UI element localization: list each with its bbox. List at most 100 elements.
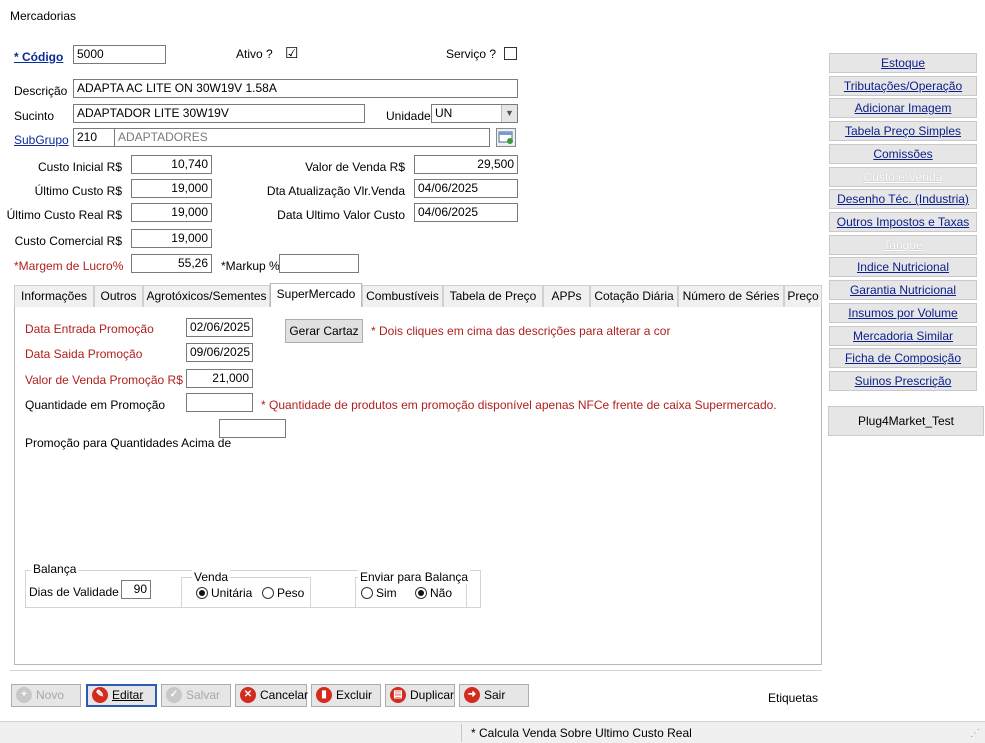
sucinto-input[interactable]: ADAPTADOR LITE 30W19V [73, 104, 365, 123]
sidebar-outros-impostos-button[interactable]: Outros Impostos e Taxas [829, 212, 977, 232]
status-text: * Calcula Venda Sobre Ultimo Custo Real [471, 726, 692, 740]
trash-icon: ▮ [316, 686, 332, 703]
close-icon: ✕ [240, 686, 256, 703]
window-search-icon [498, 131, 513, 144]
venda-unitaria-label: Unitária [211, 586, 253, 600]
subgrupo-link[interactable]: SubGrupo [14, 133, 69, 147]
servico-checkbox[interactable] [504, 47, 517, 60]
valor-promo-input[interactable]: 21,000 [186, 369, 253, 388]
hint-qtd: * Quantidade de produtos em promoção dis… [261, 398, 777, 412]
qtd-acima-input[interactable] [219, 419, 286, 438]
sidebar-comissoes-button[interactable]: Comissões [829, 144, 977, 164]
radio-empty-icon [361, 586, 373, 599]
valor-venda-input[interactable]: 29,500 [414, 155, 518, 174]
valor-promo-label: Valor de Venda Promoção R$ [25, 373, 183, 387]
dias-validade-input[interactable]: 90 [121, 580, 151, 599]
editar-button[interactable]: ✎ Editar [86, 684, 157, 707]
status-panel-left [0, 724, 462, 742]
dta-atualizacao-input[interactable]: 04/06/2025 [414, 179, 518, 198]
custo-inicial-label: Custo Inicial R$ [37, 160, 122, 174]
duplicar-label: Duplicar [410, 688, 455, 702]
tab-combustiveis[interactable]: Combustíveis [362, 285, 443, 307]
data-ultimo-custo-input[interactable]: 04/06/2025 [414, 203, 518, 222]
descricao-input[interactable]: ADAPTA AC LITE ON 30W19V 1.58A [73, 79, 518, 98]
sidebar-ficha-composicao-button[interactable]: Ficha de Composição [829, 348, 977, 368]
sidebar-indice-nutricional-button[interactable]: Indice Nutricional [829, 257, 977, 277]
markup-input[interactable] [279, 254, 359, 273]
sidebar-tabela-preco-simples-button[interactable]: Tabela Preço Simples [829, 121, 977, 141]
tab-apps[interactable]: APPs [543, 285, 590, 307]
sidebar-adicionar-imagem-button[interactable]: Adicionar Imagem [829, 98, 977, 118]
balanca-title: Balança [31, 562, 79, 576]
dta-atualizacao-label: Dta Atualização Vlr.Venda [266, 184, 405, 198]
sidebar-mercadoria-similar-button[interactable]: Mercadoria Similar [829, 326, 977, 346]
radio-selected-icon [196, 586, 208, 599]
tab-preco[interactable]: Preço [784, 285, 822, 307]
tab-supermercado[interactable]: SuperMercado [270, 283, 362, 308]
salvar-label: Salvar [186, 688, 221, 702]
sidebar-desenho-tecnico-button[interactable]: Desenho Téc. (Industria) [829, 189, 977, 209]
sidebar-custo-venda-button: Custo e Venda [829, 167, 977, 187]
tab-numero-series[interactable]: Número de Séries [678, 285, 784, 307]
ultimo-custo-label: Último Custo R$ [34, 184, 122, 198]
enviar-title: Enviar para Balança [358, 570, 471, 584]
plug4market-button[interactable]: Plug4Market_Test [828, 406, 984, 436]
duplicar-button[interactable]: ▤ Duplicar [385, 684, 455, 707]
resize-grip-icon[interactable]: ⋰ [970, 728, 980, 739]
margem-input[interactable]: 55,26 [131, 254, 212, 273]
ultimo-custo-input[interactable]: 19,000 [131, 179, 212, 198]
ativo-checkbox[interactable]: ☑ [285, 46, 298, 61]
subgrupo-code-input[interactable]: 210 [73, 128, 115, 147]
tab-cotacao-diaria[interactable]: Cotação Diária [590, 285, 678, 307]
sair-button[interactable]: ➜ Sair [459, 684, 529, 707]
custo-inicial-input[interactable]: 10,740 [131, 155, 212, 174]
codigo-label[interactable]: * Código [14, 50, 63, 64]
unidade-label: Unidade [386, 109, 431, 123]
enviar-sim-label: Sim [376, 586, 397, 600]
chevron-down-icon[interactable]: ▼ [501, 105, 517, 122]
dias-validade-label: Dias de Validade [29, 585, 119, 599]
qtd-acima-label: Promoção para Quantidades Acima de [25, 436, 232, 450]
sidebar-insumos-volume-button[interactable]: Insumos por Volume [829, 303, 977, 323]
venda-peso-radio[interactable]: Peso [262, 586, 304, 600]
data-saida-input[interactable]: 09/06/2025 [186, 343, 253, 362]
ultimo-custo-real-input[interactable]: 19,000 [131, 203, 212, 222]
status-bar: * Calcula Venda Sobre Ultimo Custo Real … [0, 721, 985, 743]
cancelar-button[interactable]: ✕ Cancelar [235, 684, 308, 707]
radio-empty-icon [262, 586, 274, 599]
tab-informacoes[interactable]: Informações [14, 285, 94, 307]
venda-unitaria-radio[interactable]: Unitária [196, 586, 252, 600]
valor-venda-label: Valor de Venda R$ [305, 160, 405, 174]
qtd-promo-input[interactable] [186, 393, 253, 412]
salvar-button: ✓ Salvar [161, 684, 231, 707]
enviar-nao-radio[interactable]: Não [415, 586, 452, 600]
codigo-input[interactable]: 5000 [73, 45, 166, 64]
sidebar-tributacoes-button[interactable]: Tributações/Operação [829, 76, 977, 96]
supermercado-panel: Data Entrada Promoção 02/06/2025 Data Sa… [14, 307, 822, 665]
margem-label: *Margem de Lucro% [14, 259, 124, 273]
data-entrada-input[interactable]: 02/06/2025 [186, 318, 253, 337]
ativo-label: Ativo ? [236, 47, 273, 61]
sair-label: Sair [484, 688, 506, 702]
enviar-nao-label: Não [430, 586, 453, 600]
etiquetas-label[interactable]: Etiquetas [768, 691, 818, 705]
pencil-icon: ✎ [92, 686, 108, 703]
data-entrada-label: Data Entrada Promoção [25, 322, 154, 336]
custo-comercial-input[interactable]: 19,000 [131, 229, 212, 248]
hint-cor: * Dois cliques em cima das descrições pa… [371, 324, 671, 338]
sidebar-garantia-nutricional-button[interactable]: Garantia Nutricional [829, 280, 977, 300]
enviar-sim-radio[interactable]: Sim [361, 586, 397, 600]
gerar-cartaz-button[interactable]: Gerar Cartaz [285, 319, 363, 343]
plus-icon: + [16, 686, 32, 703]
subgrupo-search-button[interactable] [496, 128, 516, 147]
sidebar-estoque-button[interactable]: Estoque [829, 53, 977, 73]
tab-tabela-preco[interactable]: Tabela de Preço [443, 285, 543, 307]
descricao-label: Descrição [14, 84, 68, 98]
excluir-button[interactable]: ▮ Excluir [311, 684, 381, 707]
unidade-select[interactable]: UN ▼ [431, 104, 518, 123]
sidebar-suinos-prescricao-button[interactable]: Suinos Prescrição [829, 371, 977, 391]
sucinto-label: Sucinto [14, 109, 55, 123]
tab-outros[interactable]: Outros [94, 285, 143, 307]
tab-agrotoxicos[interactable]: Agrotóxicos/Sementes [143, 285, 270, 307]
tab-bar: Informações Outros Agrotóxicos/Sementes … [14, 283, 822, 308]
